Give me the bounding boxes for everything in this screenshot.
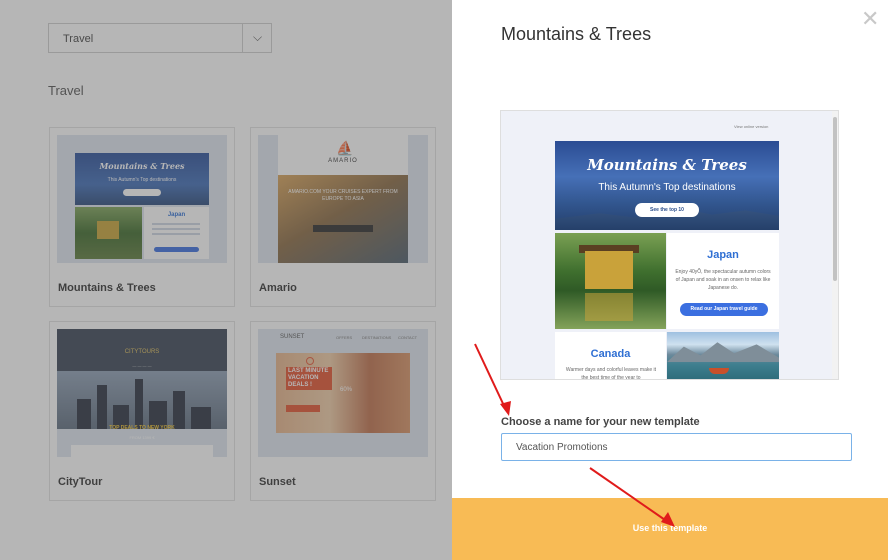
preview-hero-button: See the top 10: [635, 203, 699, 217]
thumb-strip: [71, 445, 213, 457]
template-thumbnail[interactable]: ⛵ AMARIO AMARIO.COM YOUR CRUISES EXPERT …: [258, 135, 428, 263]
thumb-image: LAST MINUTE VACATION DEALS ! 60%: [276, 353, 410, 433]
section-title: Travel: [48, 83, 84, 98]
thumb-heading: Japan: [167, 212, 186, 218]
template-card-mountains-trees[interactable]: Mountains & Trees This Autumn's Top dest…: [49, 127, 235, 307]
use-template-button[interactable]: Use this template: [452, 498, 888, 560]
sailboat-icon: ⛵: [336, 140, 354, 156]
template-card-amario[interactable]: ⛵ AMARIO AMARIO.COM YOUR CRUISES EXPERT …: [250, 127, 436, 307]
select-divider: [242, 24, 243, 52]
thumb-text: AMARIO.COM YOUR CRUISES EXPERT FROM EURO…: [288, 189, 398, 202]
preview-canada-section: Canada Warmer days and colorful leaves m…: [555, 332, 666, 380]
template-name-label: Choose a name for your new template: [501, 416, 700, 428]
thumb-price: FROM 1399 €: [129, 435, 155, 440]
preview-japan-image: [555, 233, 666, 329]
view-online-link[interactable]: View online version: [734, 124, 768, 129]
thumb-image: AMARIO.COM YOUR CRUISES EXPERT FROM EURO…: [278, 175, 408, 263]
preview-hero: Mountains & Trees This Autumn's Top dest…: [555, 141, 779, 230]
thumb-image: [57, 371, 227, 429]
scrollbar-thumb[interactable]: [833, 117, 837, 281]
preview-section-text: Enjoy 40yÕ, the spectacular autumn color…: [675, 269, 771, 291]
thumb-logo: CITYTOURS: [124, 349, 160, 355]
preview-section-button: Read our Japan travel guide: [680, 303, 768, 316]
thumb-image: [75, 207, 142, 259]
preview-hero-title: Mountains & Trees: [587, 156, 747, 174]
thumb-deal: TOP DEALS TO NEW YORK: [109, 425, 175, 431]
template-gallery: Travel ⌵ Travel Mountains & Trees This A…: [0, 0, 452, 560]
template-card-citytour[interactable]: CITYTOURS — — — — TOP DEALS TO NEW YORK …: [49, 321, 235, 501]
chevron-down-icon[interactable]: ⌵: [253, 30, 262, 45]
template-card-label: Mountains & Trees: [58, 282, 156, 294]
panel-title: Mountains & Trees: [501, 24, 652, 44]
template-thumbnail[interactable]: SUNSET OFFERS DESTINATIONS CONTACT LAST …: [258, 329, 428, 457]
thumb-nav: — — — —: [132, 363, 152, 368]
preview-japan-section: Japan Enjoy 40yÕ, the spectacular autumn…: [667, 233, 779, 329]
email-preview[interactable]: View online version Mountains & Trees Th…: [500, 110, 839, 380]
thumb-pct: 60%: [340, 387, 353, 393]
thumb-button: [313, 225, 373, 232]
clock-icon: [306, 357, 314, 365]
category-select-value: Travel: [63, 33, 94, 45]
template-card-label: CityTour: [58, 476, 103, 488]
thumb-headline: LAST MINUTE VACATION DEALS !: [286, 367, 332, 390]
template-card-sunset[interactable]: SUNSET OFFERS DESTINATIONS CONTACT LAST …: [250, 321, 436, 501]
template-thumbnail[interactable]: Mountains & Trees This Autumn's Top dest…: [57, 135, 227, 263]
preview-canada-image: [667, 332, 779, 379]
preview-section-title: Japan: [707, 249, 739, 261]
preview-hero-subtitle: This Autumn's Top destinations: [598, 182, 736, 193]
category-select[interactable]: Travel ⌵: [48, 23, 272, 53]
thumb-brand: AMARIO: [328, 158, 358, 164]
thumb-button: [286, 405, 320, 412]
thumb-button: [154, 247, 199, 252]
template-card-label: Amario: [259, 282, 297, 294]
template-preview-panel: ✕ Mountains & Trees View online version …: [452, 0, 888, 560]
close-icon[interactable]: ✕: [861, 8, 879, 30]
use-template-button-label: Use this template: [632, 523, 708, 533]
thumb-button: [123, 189, 161, 196]
thumb-title: Mountains & Trees: [99, 161, 185, 171]
preview-section-text: Warmer days and colorful leaves make it …: [565, 367, 657, 380]
template-thumbnail[interactable]: CITYTOURS — — — — TOP DEALS TO NEW YORK …: [57, 329, 227, 457]
template-name-input[interactable]: [501, 433, 852, 461]
thumb-subtitle: This Autumn's Top destinations: [107, 177, 177, 183]
preview-scrollbar[interactable]: [832, 111, 838, 379]
thumb-brand: SUNSET: [280, 334, 305, 340]
template-card-label: Sunset: [259, 476, 296, 488]
preview-section-title: Canada: [590, 348, 631, 360]
